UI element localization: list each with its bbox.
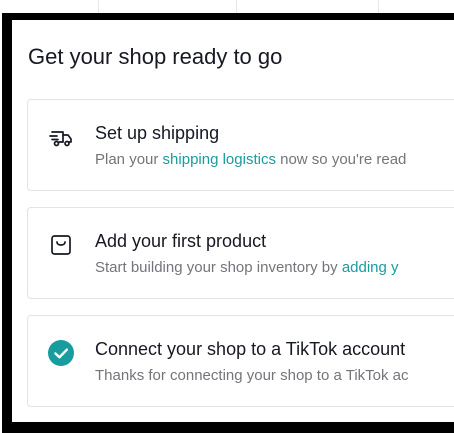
task-description-text: Plan your <box>95 151 163 168</box>
background-divider <box>378 0 379 13</box>
task-title: Add your first product <box>95 231 267 251</box>
task-card-add-first-product[interactable]: Add your first product Start building yo… <box>27 207 454 299</box>
background-divider <box>98 0 99 13</box>
task-description-text: now so you're read <box>275 151 407 168</box>
delivery-truck-icon <box>48 124 74 150</box>
background-divider <box>236 0 237 13</box>
task-card-connect-tiktok[interactable]: Connect your shop to a TikTok account Th… <box>27 315 454 407</box>
adding-products-link[interactable]: adding y <box>342 259 399 276</box>
shop-setup-panel: Get your shop ready to go Set up shippin… <box>12 20 454 422</box>
shipping-logistics-link[interactable]: shipping logistics <box>163 151 276 168</box>
checkmark-circle-icon <box>48 340 74 366</box>
task-description: Plan your shipping logistics now so you'… <box>95 151 406 168</box>
task-card-set-up-shipping[interactable]: Set up shipping Plan your shipping logis… <box>27 99 454 191</box>
task-description-text: Thanks for connecting your shop to a Tik… <box>95 367 409 384</box>
panel-title: Get your shop ready to go <box>28 44 283 69</box>
task-description: Thanks for connecting your shop to a Tik… <box>95 367 409 384</box>
shopping-bag-icon <box>48 232 74 258</box>
task-description-text: Start building your shop inventory by <box>95 259 342 276</box>
task-title: Connect your shop to a TikTok account <box>95 339 406 359</box>
task-description: Start building your shop inventory by ad… <box>95 259 399 276</box>
task-title: Set up shipping <box>95 123 220 143</box>
